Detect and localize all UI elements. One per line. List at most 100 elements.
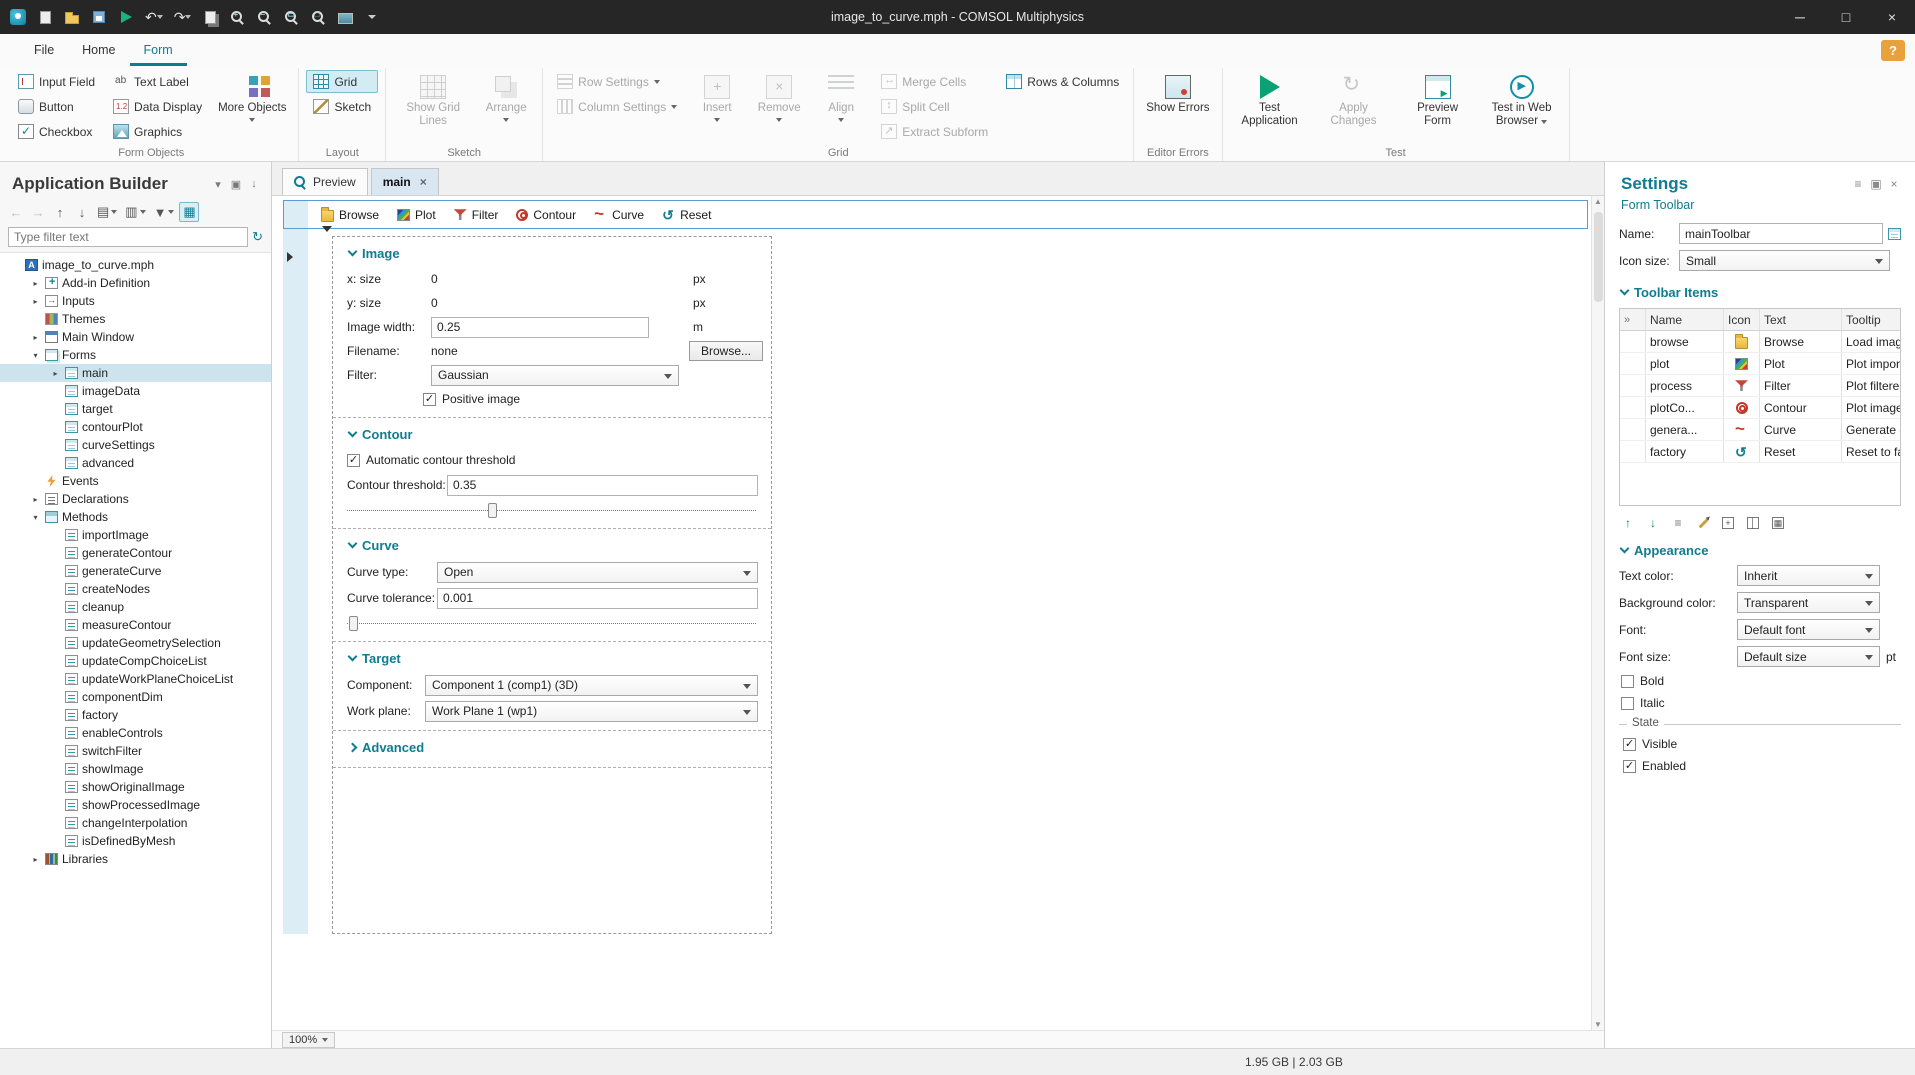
toolbar-items-header[interactable]: Toolbar Items bbox=[1605, 280, 1915, 304]
expander-icon[interactable]: ▸ bbox=[30, 495, 41, 504]
expander-icon[interactable]: ▸ bbox=[30, 333, 41, 342]
scrollbar-thumb[interactable] bbox=[1594, 212, 1603, 302]
grid-row-selector[interactable] bbox=[283, 200, 308, 934]
settings-close-icon[interactable]: × bbox=[1885, 176, 1903, 192]
work-plane-select[interactable]: Work Plane 1 (wp1) bbox=[425, 700, 758, 722]
comsol-logo-icon[interactable] bbox=[10, 8, 26, 26]
scroll-down-icon[interactable]: ▼ bbox=[1594, 1020, 1602, 1029]
move-item-up-button[interactable]: ↑ bbox=[1619, 514, 1637, 532]
tree-item-switchfilter[interactable]: switchFilter bbox=[0, 742, 271, 760]
minimize-button[interactable]: ─ bbox=[1777, 0, 1823, 34]
tree-item-createnodes[interactable]: createNodes bbox=[0, 580, 271, 598]
visible-checkbox[interactable] bbox=[1623, 737, 1636, 751]
toolbar-item-row-plotco[interactable]: plotCo... Contour Plot image c... bbox=[1620, 397, 1900, 419]
tree-item-importimage[interactable]: importImage bbox=[0, 526, 271, 544]
checkbox-button[interactable]: Checkbox bbox=[11, 120, 102, 143]
expander-icon[interactable]: ▸ bbox=[30, 297, 41, 306]
filter-input[interactable] bbox=[8, 227, 249, 247]
tree-item-enablecontrols[interactable]: enableControls bbox=[0, 724, 271, 742]
collapse-menu-button[interactable]: ▥ bbox=[122, 202, 148, 222]
new-file-icon[interactable] bbox=[37, 8, 53, 26]
tree-item-main-window[interactable]: ▸ Main Window bbox=[0, 328, 271, 346]
data-display-button[interactable]: Data Display bbox=[106, 95, 209, 118]
tree-item-curvesettings[interactable]: curveSettings bbox=[0, 436, 271, 454]
tree-item-declarations[interactable]: ▸ Declarations bbox=[0, 490, 271, 508]
contour-threshold-input[interactable] bbox=[447, 474, 758, 496]
form-toolbar-browse-button[interactable]: Browse bbox=[314, 206, 386, 224]
target-section-header[interactable]: Target bbox=[333, 644, 771, 672]
move-up-button[interactable]: ↑ bbox=[50, 202, 70, 222]
tree-item-showimage[interactable]: showImage bbox=[0, 760, 271, 778]
tree-item-componentdim[interactable]: componentDim bbox=[0, 688, 271, 706]
zoom-out-icon[interactable]: − bbox=[256, 8, 272, 26]
zoom-level-select[interactable]: 100% bbox=[282, 1031, 336, 1048]
button-button[interactable]: Button bbox=[11, 95, 102, 118]
settings-float-icon[interactable]: ▣ bbox=[1867, 176, 1885, 192]
panel-menu-icon[interactable]: ▾ bbox=[209, 176, 227, 192]
threshold-slider-handle[interactable] bbox=[488, 503, 497, 518]
customize-toolbar-icon[interactable] bbox=[364, 8, 380, 26]
form-toolbar-filter-button[interactable]: Filter bbox=[447, 206, 506, 224]
open-file-icon[interactable] bbox=[64, 8, 80, 26]
edit-item-button[interactable] bbox=[1694, 514, 1712, 532]
browse-file-button[interactable]: Browse... bbox=[689, 341, 763, 361]
test-application-button[interactable]: Test Application bbox=[1230, 70, 1310, 130]
menu-file[interactable]: File bbox=[20, 36, 68, 66]
tree-item-target[interactable]: target bbox=[0, 400, 271, 418]
text-label-button[interactable]: Text Label bbox=[106, 70, 209, 93]
tree-item-advanced[interactable]: advanced bbox=[0, 454, 271, 472]
curve-type-select[interactable]: Open bbox=[437, 561, 758, 583]
tree-item-events[interactable]: Events bbox=[0, 472, 271, 490]
filter-select[interactable]: Gaussian bbox=[431, 364, 679, 386]
float-panel-icon[interactable]: ▣ bbox=[227, 176, 245, 192]
form-toolbar-reset-button[interactable]: Reset bbox=[655, 206, 718, 224]
save-icon[interactable] bbox=[91, 8, 107, 26]
curve-tolerance-input[interactable] bbox=[437, 587, 758, 609]
font-size-select[interactable]: Default size bbox=[1737, 646, 1880, 667]
menu-form[interactable]: Form bbox=[129, 36, 187, 66]
tab-main[interactable]: main × bbox=[370, 168, 439, 195]
form-toolbar-curve-button[interactable]: Curve bbox=[587, 204, 651, 224]
form-toolbar-object[interactable]: Browse Plot Filter Contour Curve Reset bbox=[283, 200, 1588, 229]
enabled-checkbox[interactable] bbox=[1623, 759, 1636, 773]
tree-item-methods[interactable]: ▾ Methods bbox=[0, 508, 271, 526]
expander-icon[interactable]: ▾ bbox=[30, 513, 41, 522]
edit-columns-button[interactable]: ▦ bbox=[1769, 514, 1787, 532]
zoom-extents-icon[interactable]: ▭ bbox=[283, 8, 299, 26]
expander-icon[interactable]: ▸ bbox=[50, 369, 61, 378]
edit-node-icon[interactable] bbox=[1888, 227, 1901, 240]
toolbar-item-row-factory[interactable]: factory Reset Reset to fact... bbox=[1620, 441, 1900, 463]
tree-item-main[interactable]: ▸ main bbox=[0, 364, 271, 382]
text-color-select[interactable]: Inherit bbox=[1737, 565, 1880, 586]
toolbar-items-table[interactable]: Name Icon Text Tooltip browse Browse Load … bbox=[1619, 308, 1901, 506]
zoom-in-icon[interactable]: + bbox=[229, 8, 245, 26]
goto-source-toggle[interactable]: ▦ bbox=[179, 202, 200, 222]
expander-icon[interactable]: ▸ bbox=[30, 279, 41, 288]
zoom-box-icon[interactable]: □ bbox=[310, 8, 326, 26]
help-button[interactable]: ? bbox=[1881, 40, 1905, 61]
sketch-layout-button[interactable]: Sketch bbox=[306, 95, 378, 118]
redo-icon[interactable]: ↷ bbox=[174, 8, 192, 26]
view-menu-button[interactable]: ▤ bbox=[94, 202, 120, 222]
refresh-icon[interactable]: ↻ bbox=[252, 229, 263, 245]
preview-form-button[interactable]: Preview Form bbox=[1398, 70, 1478, 130]
graphics-button[interactable]: Graphics bbox=[106, 120, 209, 143]
tree-item-factory[interactable]: factory bbox=[0, 706, 271, 724]
curve-section-header[interactable]: Curve bbox=[333, 531, 771, 559]
menu-home[interactable]: Home bbox=[68, 36, 129, 66]
toolbar-item-row-process[interactable]: process Filter Plot filtered i... bbox=[1620, 375, 1900, 397]
tolerance-slider-handle[interactable] bbox=[349, 616, 358, 631]
forward-button[interactable]: → bbox=[28, 202, 48, 222]
tree-item-generatecurve[interactable]: generateCurve bbox=[0, 562, 271, 580]
desktop-layout-icon[interactable] bbox=[337, 8, 353, 26]
tab-preview[interactable]: Preview bbox=[282, 168, 368, 195]
add-item-button[interactable]: + bbox=[1719, 514, 1737, 532]
tree-item-isdefinedbymesh[interactable]: isDefinedByMesh bbox=[0, 832, 271, 850]
add-separator-button[interactable]: │ bbox=[1744, 514, 1762, 532]
copy-icon[interactable] bbox=[202, 8, 218, 26]
run-icon[interactable] bbox=[118, 8, 134, 26]
pin-panel-icon[interactable]: ↓ bbox=[245, 176, 263, 192]
tree-item-updategeometryselection[interactable]: updateGeometrySelection bbox=[0, 634, 271, 652]
maximize-button[interactable]: □ bbox=[1823, 0, 1869, 34]
tree-item-themes[interactable]: Themes bbox=[0, 310, 271, 328]
